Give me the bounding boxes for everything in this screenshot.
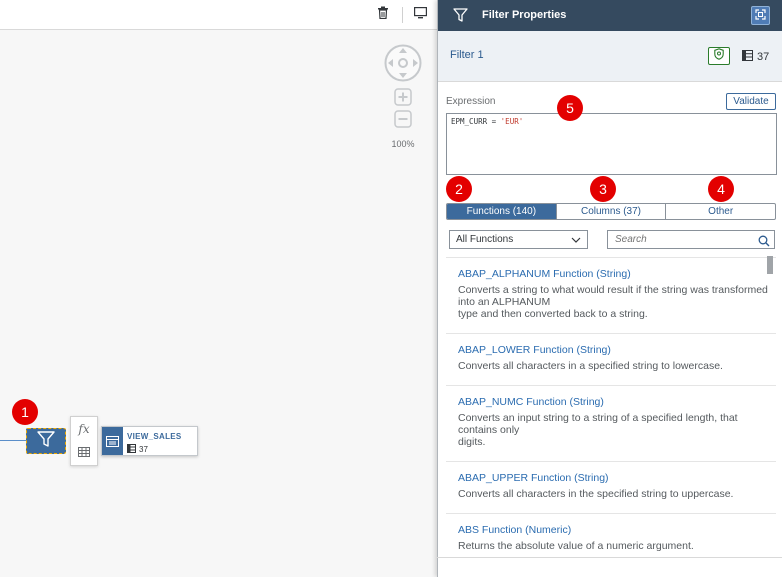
callout-badge: 2 (446, 176, 472, 202)
list-scrollbar[interactable] (767, 256, 773, 274)
minus-icon (394, 110, 412, 132)
panel-footer-divider (437, 557, 782, 558)
expand-icon (755, 7, 766, 25)
chevron-down-icon (571, 236, 581, 247)
delete-button[interactable] (374, 6, 392, 24)
formula-button[interactable]: fx (71, 417, 97, 441)
expression-tabs: Functions (140) Columns (37) Other (446, 203, 776, 220)
connector-line (0, 440, 26, 441)
shield-icon (714, 47, 724, 65)
expression-label: Expression (446, 96, 496, 107)
list-item[interactable]: ABAP_UPPER Function (String) Converts al… (446, 462, 776, 514)
column-count-value: 37 (757, 51, 770, 63)
function-name[interactable]: ABS Function (Numeric) (458, 524, 772, 536)
zoom-level: 100% (391, 139, 415, 149)
list-item[interactable]: ABAP_LOWER Function (String) Converts al… (446, 334, 776, 386)
view-node-count: 37 (127, 444, 148, 455)
function-description-line: Converts all characters in the specified… (458, 488, 734, 500)
function-name[interactable]: ABAP_NUMC Function (String) (458, 396, 772, 408)
filter-properties-panel: Filter Properties Filter 1 37 Expression… (437, 0, 782, 577)
node-context-menu: fx (70, 416, 98, 466)
function-name[interactable]: ABAP_UPPER Function (String) (458, 472, 772, 484)
validate-button[interactable]: Validate (726, 93, 776, 110)
function-category-select[interactable]: All Functions (449, 230, 588, 249)
table-button[interactable] (71, 441, 97, 465)
canvas-toolbar (0, 0, 437, 30)
view-node-name: VIEW_SALES (127, 432, 182, 441)
tab-columns[interactable]: Columns (37) (555, 204, 666, 219)
function-description-line: Converts an input string to a string of … (458, 412, 738, 436)
function-category-value: All Functions (456, 234, 514, 245)
expression-text: EPM_CURR = (451, 117, 501, 126)
expression-editor[interactable]: EPM_CURR = 'EUR' (446, 113, 777, 175)
tab-functions[interactable]: Functions (140) (447, 204, 556, 219)
columns-icon (742, 50, 753, 64)
function-description-line: type and then converted back to a string… (458, 308, 648, 320)
function-description: Converts all characters in the specified… (458, 488, 772, 513)
function-description: Converts all characters in a specified s… (458, 360, 772, 385)
list-item[interactable]: ABS Function (Numeric) Returns the absol… (446, 514, 776, 557)
view-node-count-value: 37 (139, 445, 148, 454)
tab-other[interactable]: Other (665, 204, 775, 219)
search-icon[interactable] (758, 234, 770, 252)
function-name[interactable]: ABAP_LOWER Function (String) (458, 344, 772, 356)
callout-badge: 3 (590, 176, 616, 202)
function-description: Returns the absolute value of a numeric … (458, 540, 772, 557)
model-canvas[interactable]: 100% fx VIEW_SALES 37 (0, 0, 437, 577)
trash-icon (377, 6, 389, 24)
fx-icon: fx (78, 422, 90, 436)
table-icon (78, 446, 90, 460)
function-name[interactable]: ABAP_ALPHANUM Function (String) (458, 268, 772, 280)
toolbar-divider (402, 7, 403, 23)
filter-icon (453, 8, 468, 27)
plus-icon (394, 88, 412, 110)
function-search (607, 230, 775, 249)
preview-button[interactable] (411, 6, 429, 24)
zoom-in-button[interactable] (394, 88, 412, 106)
expression-literal: 'EUR' (500, 117, 524, 126)
list-item[interactable]: ABAP_ALPHANUM Function (String) Converts… (446, 258, 776, 334)
list-item[interactable]: ABAP_NUMC Function (String) Converts an … (446, 386, 776, 462)
expand-button[interactable] (751, 6, 770, 25)
data-access-button[interactable] (708, 47, 730, 65)
function-description-line: Returns the absolute value of a numeric … (458, 540, 694, 552)
column-count: 37 (742, 50, 769, 64)
function-list: ABAP_ALPHANUM Function (String) Converts… (446, 257, 776, 557)
view-node[interactable]: VIEW_SALES 37 (101, 426, 198, 456)
function-description: Converts a string to what would result i… (458, 284, 772, 333)
function-description: Converts an input string to a string of … (458, 412, 772, 461)
panel-header: Filter Properties (438, 0, 782, 31)
panel-title: Filter Properties (482, 9, 567, 21)
function-description-line: Converts all characters in a specified s… (458, 360, 723, 372)
zoom-out-button[interactable] (394, 110, 412, 128)
filter-icon (37, 430, 55, 452)
function-description-line: digits. (458, 436, 486, 448)
navigation-wheel[interactable] (384, 44, 422, 82)
filter-node[interactable] (26, 428, 66, 454)
monitor-icon (413, 6, 427, 24)
callout-badge: 1 (12, 399, 38, 425)
search-input[interactable] (608, 231, 748, 248)
callout-badge: 5 (557, 95, 583, 121)
function-description-line: Converts a string to what would result i… (458, 284, 768, 308)
view-icon (102, 427, 123, 455)
callout-badge: 4 (708, 176, 734, 202)
columns-icon (127, 444, 136, 455)
filter-name[interactable]: Filter 1 (450, 49, 484, 61)
filter-summary-bar: Filter 1 37 (438, 31, 782, 82)
